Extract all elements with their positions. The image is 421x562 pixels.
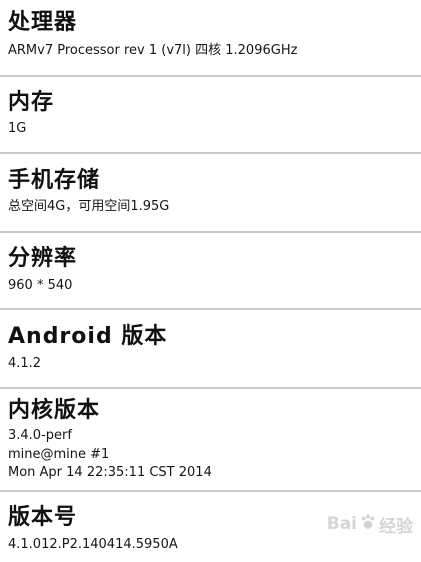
- spec-item-android-version[interactable]: Android 版本 4.1.2: [0, 310, 421, 387]
- spec-item-storage[interactable]: 手机存储 总空间4G，可用空间1.95G: [0, 154, 421, 231]
- spec-value: Mon Apr 14 22:35:11 CST 2014: [8, 465, 212, 480]
- spec-item-kernel-version[interactable]: 内核版本 3.4.0-perf mine@mine #1 Mon Apr 14 …: [0, 389, 421, 490]
- spec-value: 960 * 540: [8, 278, 73, 293]
- spec-value: ARMv7 Processor rev 1 (v7l) 四核 1.2096GHz: [8, 43, 298, 58]
- spec-title: 版本号: [8, 505, 78, 530]
- spec-value: 总空间4G，可用空间1.95G: [8, 199, 170, 214]
- about-phone-list: 处理器 ARMv7 Processor rev 1 (v7l) 四核 1.209…: [0, 0, 421, 562]
- spec-title: 分辨率: [8, 246, 78, 271]
- spec-title: 内核版本: [8, 398, 101, 423]
- spec-title: 处理器: [8, 10, 78, 35]
- spec-item-processor[interactable]: 处理器 ARMv7 Processor rev 1 (v7l) 四核 1.209…: [0, 0, 421, 75]
- spec-value: 1G: [8, 121, 27, 136]
- spec-item-memory[interactable]: 内存 1G: [0, 77, 421, 152]
- spec-value: 4.1.012.P2.140414.5950A: [8, 537, 178, 552]
- spec-value: 3.4.0-perf: [8, 428, 72, 443]
- spec-item-resolution[interactable]: 分辨率 960 * 540: [0, 233, 421, 308]
- spec-item-build-number[interactable]: 版本号 4.1.012.P2.140414.5950A: [0, 492, 421, 562]
- spec-value: 4.1.2: [8, 356, 42, 371]
- spec-title: 手机存储: [8, 168, 101, 193]
- spec-value: mine@mine #1: [8, 447, 110, 462]
- spec-title: Android 版本: [8, 324, 168, 349]
- spec-title: 内存: [8, 90, 55, 115]
